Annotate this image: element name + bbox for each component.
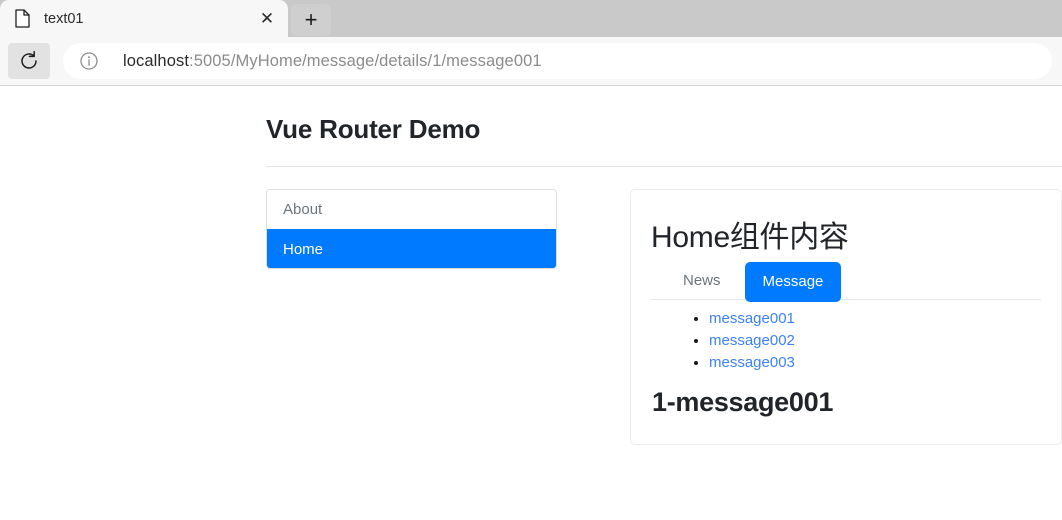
nav-item-about[interactable]: About <box>267 190 556 229</box>
component-tabs: News Message <box>651 262 1041 302</box>
browser-chrome: text01 ✕ + localhost:5005/MyHome/message… <box>0 0 1062 86</box>
nav-item-home[interactable]: Home <box>267 229 556 268</box>
right-column: Home组件内容 News Message message001 <box>558 189 1062 445</box>
page-container: Vue Router Demo About Home Home组件内容 News… <box>266 114 1062 445</box>
info-circle-icon[interactable] <box>79 51 99 71</box>
list-item: message001 <box>709 308 1041 329</box>
message-link-001[interactable]: message001 <box>709 310 795 327</box>
tab-news[interactable]: News <box>669 263 735 299</box>
list-item: message002 <box>709 330 1041 351</box>
nav-item-label: Home <box>283 240 324 258</box>
reload-icon <box>21 50 37 69</box>
message-link-003[interactable]: message003 <box>709 354 795 371</box>
address-bar-url: localhost:5005/MyHome/message/details/1/… <box>123 52 542 71</box>
home-component-card: Home组件内容 News Message message001 <box>630 189 1062 445</box>
page-title: Vue Router Demo <box>266 114 481 144</box>
tab-strip: text01 ✕ + <box>0 0 1062 37</box>
new-tab-button[interactable]: + <box>291 4 331 36</box>
message-link-002[interactable]: message002 <box>709 332 795 349</box>
message-detail-heading: 1-message001 <box>652 387 834 417</box>
browser-toolbar: localhost:5005/MyHome/message/details/1/… <box>0 37 1062 86</box>
left-column: About Home <box>266 189 558 445</box>
url-path: :5005/MyHome/message/details/1/message00… <box>189 51 542 70</box>
page-viewport: Vue Router Demo About Home Home组件内容 News… <box>0 86 1062 520</box>
home-component-heading: Home组件内容 <box>651 221 849 254</box>
list-item: message003 <box>709 352 1041 373</box>
router-nav-list: About Home <box>266 189 557 269</box>
close-icon[interactable]: ✕ <box>254 6 280 32</box>
tab-label: Message <box>762 273 824 290</box>
tab-message[interactable]: Message <box>744 262 842 302</box>
browser-tab-text01[interactable]: text01 ✕ <box>0 0 288 37</box>
address-bar[interactable]: localhost:5005/MyHome/message/details/1/… <box>63 43 1052 79</box>
plus-icon: + <box>304 7 318 32</box>
tab-label: News <box>683 272 721 289</box>
tab-title: text01 <box>44 10 84 27</box>
title-divider <box>266 166 1062 167</box>
nav-item-label: About <box>283 201 323 218</box>
message-list: message001 message002 message003 <box>651 308 1041 373</box>
page-content: Vue Router Demo About Home Home组件内容 News… <box>0 86 1062 445</box>
content-row: About Home Home组件内容 News Message • messa… <box>266 189 1062 445</box>
url-host: localhost <box>123 51 190 70</box>
document-icon <box>15 9 30 28</box>
reload-button[interactable] <box>8 43 50 79</box>
